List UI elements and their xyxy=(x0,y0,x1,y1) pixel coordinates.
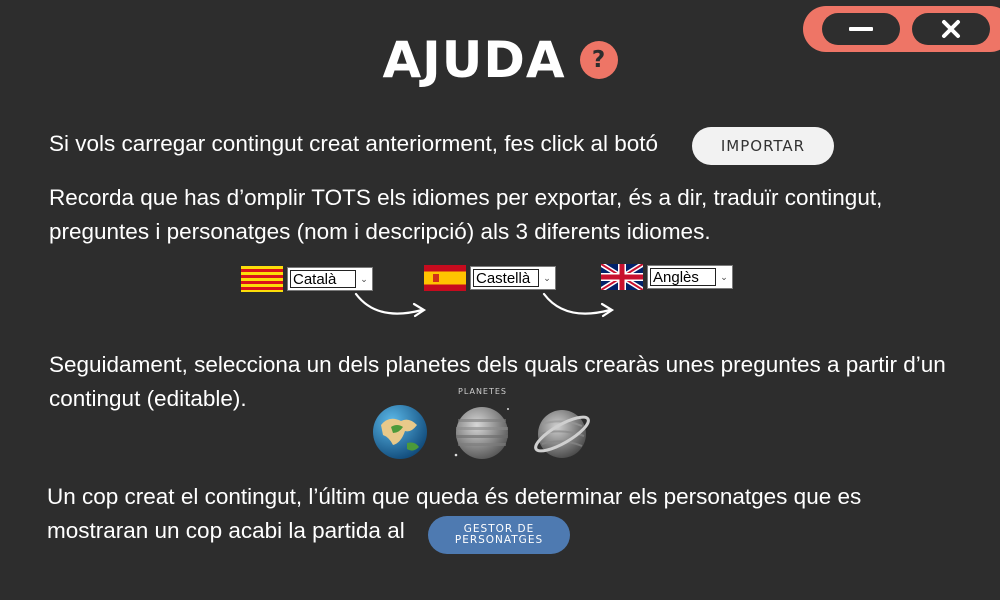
language-select-english[interactable]: Anglès ⌄ xyxy=(647,265,733,289)
character-manager-button[interactable]: GESTOR DE PERSONATGES xyxy=(428,516,570,554)
chevron-down-icon: ⌄ xyxy=(543,273,551,283)
import-button[interactable]: IMPORTAR xyxy=(692,127,834,165)
help-icon[interactable]: ? xyxy=(579,41,618,79)
import-instruction: Si vols carregar contingut creat anterio… xyxy=(49,131,659,156)
language-select-value: Català xyxy=(290,270,356,288)
header: AJUDA ? xyxy=(0,30,1000,90)
earth-planet-icon[interactable] xyxy=(371,403,429,461)
uk-flag-icon xyxy=(601,264,643,290)
chevron-down-icon: ⌄ xyxy=(720,272,728,282)
curved-arrow-icon xyxy=(542,292,615,318)
spain-flag-icon xyxy=(424,265,466,291)
language-select-catalan[interactable]: Català ⌄ xyxy=(287,267,373,291)
language-select-spanish[interactable]: Castellà ⌄ xyxy=(470,266,556,290)
curved-arrow-icon xyxy=(354,292,427,318)
languages-instruction: Recorda que has d’omplir TOTS els idiome… xyxy=(49,185,883,244)
striped-planet-icon[interactable] xyxy=(452,403,512,463)
catalonia-flag-icon xyxy=(241,266,283,292)
planets-label: PLANETES xyxy=(458,387,507,396)
chevron-down-icon: ⌄ xyxy=(360,274,368,284)
page-title: AJUDA xyxy=(382,31,566,89)
language-select-value: Castellà xyxy=(473,269,539,287)
language-select-value: Anglès xyxy=(650,268,716,286)
ringed-planet-icon[interactable] xyxy=(532,404,592,464)
